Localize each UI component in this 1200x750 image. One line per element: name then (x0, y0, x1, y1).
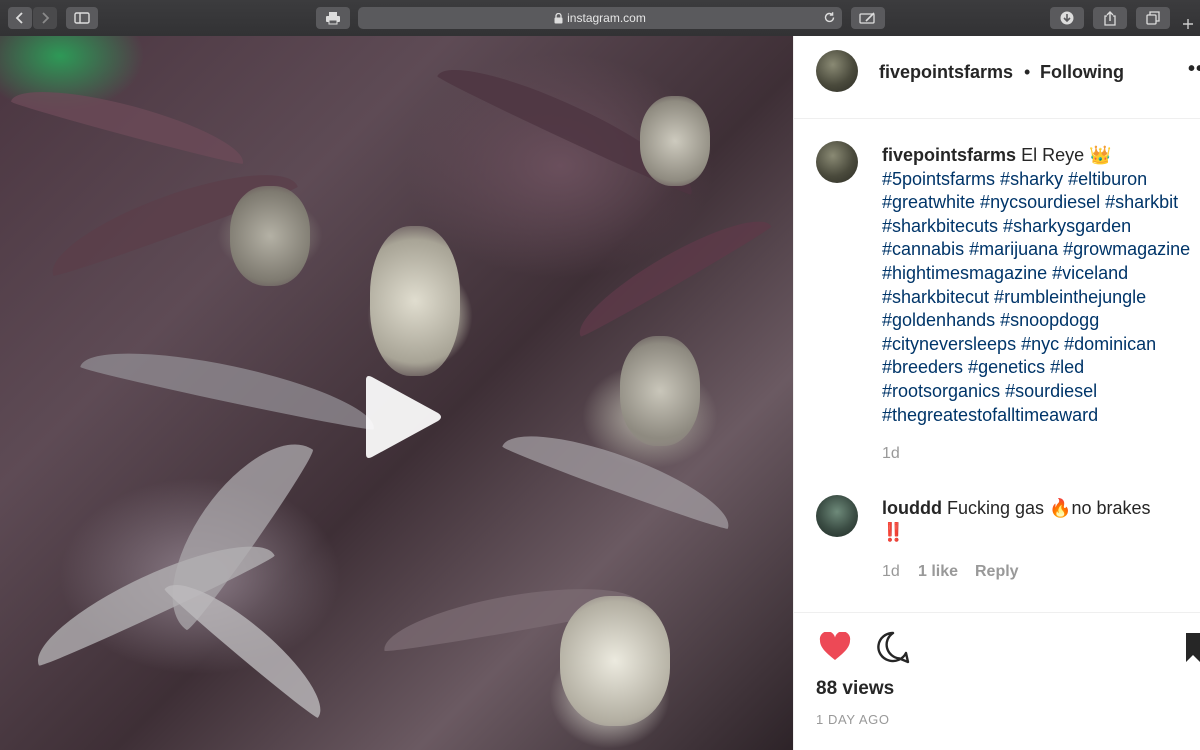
markup-button[interactable] (851, 7, 885, 29)
caption-title: El Reye 👑 (1021, 145, 1112, 165)
lock-icon (554, 12, 563, 23)
caption-username[interactable]: fivepointsfarms (882, 145, 1016, 165)
hashtag-line[interactable]: #goldenhands #snoopdogg (882, 309, 1200, 333)
bud-shape (230, 186, 310, 286)
print-button[interactable] (316, 7, 350, 29)
like-icon[interactable] (819, 632, 851, 661)
back-button[interactable] (8, 7, 32, 29)
new-tab-button[interactable] (1178, 14, 1198, 34)
tabs-button[interactable] (1136, 7, 1170, 29)
chevron-left-icon (15, 12, 23, 24)
bud-shape (620, 336, 700, 446)
comment-text: Fucking gas 🔥no brakes (947, 498, 1151, 518)
annotate-icon (859, 12, 875, 24)
play-icon[interactable] (362, 374, 444, 460)
browser-toolbar: instagram.com (0, 0, 1200, 37)
bookmark-icon[interactable] (1184, 632, 1200, 664)
post-video[interactable] (0, 36, 793, 750)
post-date[interactable]: 1 DAY AGO (816, 712, 890, 727)
following-button[interactable]: Following (1040, 62, 1124, 83)
bud-shape (370, 226, 460, 376)
comment: louddd Fucking gas 🔥no brakes ‼️ (882, 496, 1182, 544)
hashtag-line[interactable]: #rootsorganics #sourdiesel (882, 380, 1200, 404)
reply-button[interactable]: Reply (975, 563, 1019, 581)
commenter-avatar[interactable] (816, 495, 858, 537)
downloads-button[interactable] (1050, 7, 1084, 29)
leaf-shape (79, 335, 381, 433)
comment-timestamp[interactable]: 1d (882, 563, 900, 581)
caption: fivepointsfarms El Reye 👑 #5pointsfarms … (882, 144, 1200, 427)
leaf-shape (501, 416, 739, 532)
url-text: instagram.com (567, 11, 646, 25)
sidebar-icon (74, 12, 90, 24)
sidebar-button[interactable] (66, 7, 98, 29)
caption-avatar[interactable] (816, 141, 858, 183)
view-count[interactable]: 88 views (816, 678, 894, 700)
bud-shape (640, 96, 710, 186)
hashtag-line[interactable]: #greatwhite #nycsourdiesel #sharkbit (882, 191, 1200, 215)
hashtag-line[interactable]: #sharkbitecut #rumbleinthejungle (882, 286, 1200, 310)
forward-button[interactable] (33, 7, 57, 29)
hashtag-line[interactable]: #cannabis #marijuana #growmagazine (882, 238, 1200, 262)
share-icon (1104, 10, 1116, 26)
chevron-right-icon (42, 12, 50, 24)
comment-emoji: ‼️ (882, 522, 905, 542)
leaf-shape (10, 75, 250, 167)
hashtag-line[interactable]: #cityneversleeps #nyc #dominican (882, 333, 1200, 357)
bud-shape (560, 596, 670, 726)
hashtag-line[interactable]: #5pointsfarms #sharky #eltiburon (882, 168, 1200, 192)
reload-icon[interactable] (823, 11, 836, 24)
share-button[interactable] (1093, 7, 1127, 29)
post-username[interactable]: fivepointsfarms (879, 62, 1013, 83)
download-icon (1060, 11, 1074, 25)
address-bar[interactable]: instagram.com (358, 7, 842, 29)
leaf-shape (567, 203, 773, 339)
comment-username[interactable]: louddd (882, 498, 942, 518)
comment-icon[interactable] (876, 631, 910, 664)
header-divider (794, 118, 1200, 119)
printer-icon (326, 12, 340, 25)
actions-divider (794, 612, 1200, 613)
comment-likes[interactable]: 1 like (918, 563, 958, 581)
tabs-icon (1146, 11, 1160, 25)
plus-icon (1183, 19, 1193, 29)
more-options-button[interactable]: •• (1188, 58, 1200, 81)
hashtag-line[interactable]: #sharkbitecuts #sharkysgarden (882, 215, 1200, 239)
avatar[interactable] (816, 50, 858, 92)
post-sidebar: fivepointsfarms • Following •• fivepoint… (793, 36, 1200, 750)
hashtag-line[interactable]: #hightimesmagazine #viceland (882, 262, 1200, 286)
hashtag-line[interactable]: #breeders #genetics #led (882, 356, 1200, 380)
caption-timestamp[interactable]: 1d (882, 445, 900, 463)
separator-dot: • (1024, 62, 1031, 82)
hashtag-line[interactable]: #thegreatestofalltimeaward (882, 404, 1200, 428)
leaf-shape (162, 565, 338, 721)
